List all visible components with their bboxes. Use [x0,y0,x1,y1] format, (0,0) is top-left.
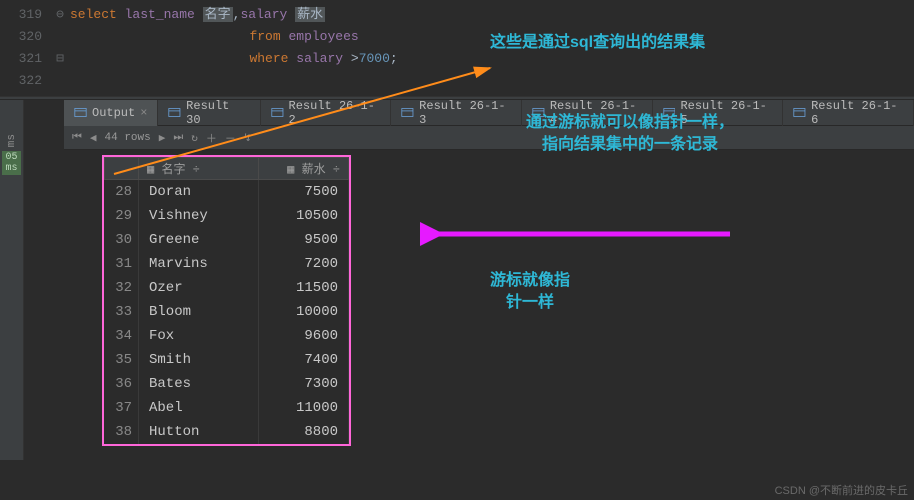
row-count: 44 rows [105,132,151,144]
table-row[interactable]: 30Greene9500 [105,228,349,252]
prev-icon[interactable]: ◀ [90,131,97,145]
tab-result-26-1-6[interactable]: Result 26-1-6 [783,100,914,126]
line-gutter: 319320321322 [0,0,50,96]
table-row[interactable]: 35Smith7400 [105,348,349,372]
annotation-3: 游标就像指 针一样 [490,270,570,315]
last-icon[interactable]: ⏭ [173,132,183,144]
col-name[interactable]: ▦ 名字 ÷ [139,158,259,180]
result-grid-highlight: ▦ 名字 ÷ ▦ 薪水 ÷ 28Doran750029Vishney105003… [102,155,351,446]
first-icon[interactable]: ⏮ [72,132,82,144]
refresh-icon[interactable]: ↻ [191,131,198,145]
table-row[interactable]: 32Ozer11500 [105,276,349,300]
table-row[interactable]: 33Bloom10000 [105,300,349,324]
side-gutter: ms 05 ms [0,100,24,460]
remove-icon[interactable]: － [225,130,236,146]
result-grid[interactable]: ▦ 名字 ÷ ▦ 薪水 ÷ 28Doran750029Vishney105003… [104,157,349,444]
next-icon[interactable]: ▶ [159,131,166,145]
table-row[interactable]: 29Vishney10500 [105,204,349,228]
table-row[interactable]: 28Doran7500 [105,180,349,204]
result-toolbar: ⏮ ◀ 44 rows ▶ ⏭ ↻ ＋ － ↯ [64,126,914,150]
col-rownum[interactable] [105,158,139,180]
table-row[interactable]: 38Hutton8800 [105,420,349,444]
col-salary[interactable]: ▦ 薪水 ÷ [259,158,349,180]
table-row[interactable]: 36Bates7300 [105,372,349,396]
tab-result-26-1-2[interactable]: Result 26-1-2 [261,100,392,126]
table-row[interactable]: 34Fox9600 [105,324,349,348]
table-row[interactable]: 37Abel11000 [105,396,349,420]
tab-result-30[interactable]: Result 30 [158,100,260,126]
result-tabs: Output ×Result 30Result 26-1-2Result 26-… [64,100,914,126]
annotation-2: 通过游标就可以像指针一样，指向结果集中的一条记录 [525,112,735,157]
table-row[interactable]: 31Marvins7200 [105,252,349,276]
output-panel: ms 05 ms Output ×Result 30Result 26-1-2R… [0,100,914,460]
tab-result-26-1-3[interactable]: Result 26-1-3 [391,100,522,126]
commit-icon[interactable]: ↯ [244,131,251,145]
add-icon[interactable]: ＋ [206,130,217,146]
tab-output[interactable]: Output × [64,100,158,126]
code-editor[interactable]: 319320321322 ⊖⊟ select last_name 名字,sala… [0,0,914,96]
annotation-1: 这些是通过sql查询出的结果集 [490,32,705,54]
fold-column: ⊖⊟ [50,0,70,96]
watermark: CSDN @不断前进的皮卡丘 [775,482,908,498]
